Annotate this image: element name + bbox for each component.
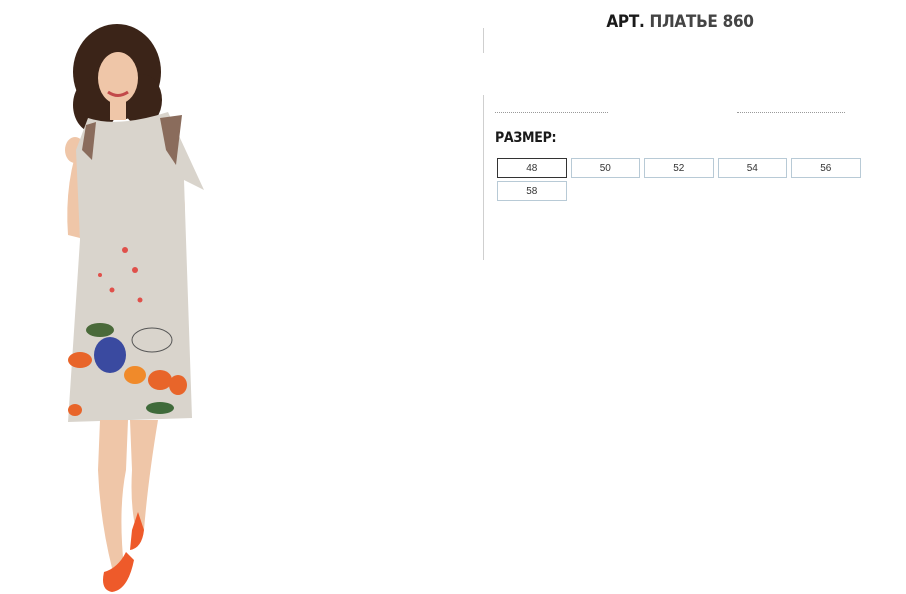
title-prefix: АРТ. [606,12,645,32]
size-option-54[interactable]: 54 [717,158,787,178]
size-options: 48 50 52 54 56 58 [497,158,867,201]
product-photo[interactable] [0,0,270,594]
size-option-56[interactable]: 56 [791,158,861,178]
size-option-52[interactable]: 52 [644,158,714,178]
vertical-divider-top [483,28,484,53]
size-label: РАЗМЕР: [495,130,557,146]
size-option-50[interactable]: 50 [570,158,640,178]
dotted-separator-right [737,112,845,113]
vertical-divider [483,95,484,260]
size-option-58[interactable]: 58 [497,181,567,201]
dotted-separator-left [495,112,608,113]
product-title: АРТ. ПЛАТЬЕ 860 [600,12,760,32]
title-name: ПЛАТЬЕ 860 [649,12,754,32]
size-option-48[interactable]: 48 [497,158,567,178]
